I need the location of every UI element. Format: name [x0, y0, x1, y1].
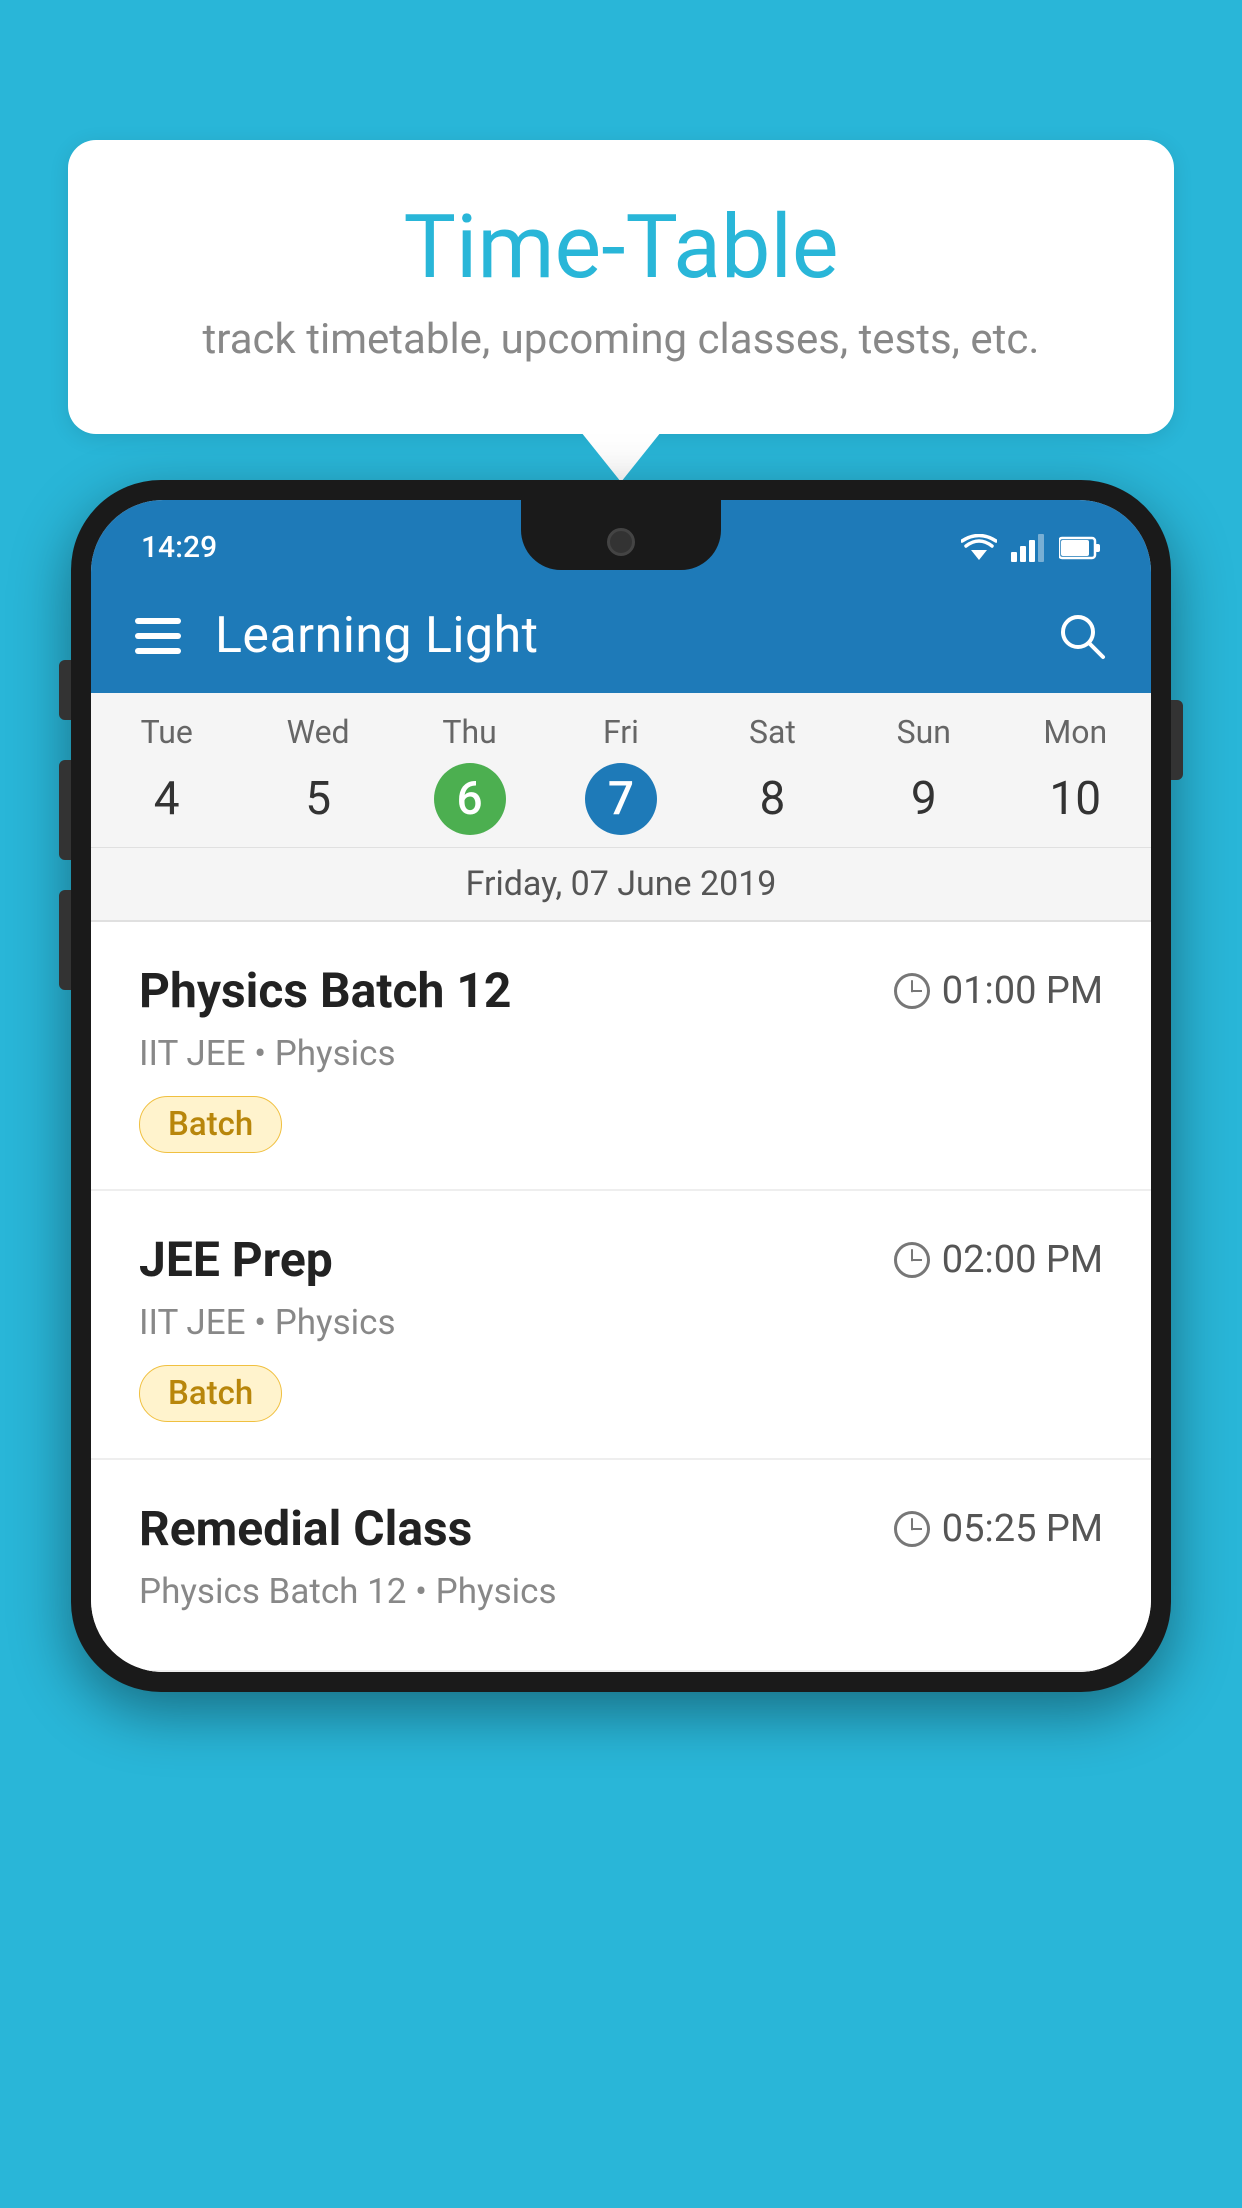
class-meta: IIT JEE • Physics [139, 1302, 1103, 1343]
class-list: Physics Batch 12 01:00 PM IIT JEE • Phys… [91, 922, 1151, 1672]
class-header: JEE Prep 02:00 PM [139, 1231, 1103, 1288]
day-number-label: 7 [585, 763, 657, 835]
day-name-label: Wed [250, 713, 385, 751]
time-label: 02:00 PM [942, 1238, 1103, 1282]
day-name-label: Sat [705, 713, 840, 751]
day-name-label: Fri [553, 713, 688, 751]
phone-notch [521, 500, 721, 570]
camera-dot [607, 528, 635, 556]
mute-button [59, 660, 71, 720]
calendar-day-col[interactable]: Sat 8 [697, 693, 848, 847]
class-name: Remedial Class [139, 1500, 472, 1557]
time-label: 01:00 PM [942, 969, 1103, 1013]
class-header: Remedial Class 05:25 PM [139, 1500, 1103, 1557]
class-name: JEE Prep [139, 1231, 333, 1288]
day-number-label: 8 [736, 763, 808, 835]
phone-outer: 14:29 [71, 480, 1171, 1692]
calendar-day-col[interactable]: Thu 6 [394, 693, 545, 847]
day-name-label: Sun [856, 713, 991, 751]
class-meta: IIT JEE • Physics [139, 1033, 1103, 1074]
menu-button[interactable] [135, 618, 181, 654]
status-time: 14:29 [141, 530, 217, 565]
battery-icon [1059, 536, 1101, 560]
phone-container: 14:29 [71, 480, 1171, 1692]
class-item[interactable]: JEE Prep 02:00 PM IIT JEE • Physics Batc… [91, 1191, 1151, 1460]
time-label: 05:25 PM [942, 1507, 1103, 1551]
day-number-label: 6 [434, 763, 506, 835]
day-name-label: Thu [402, 713, 537, 751]
speech-bubble: Time-Table track timetable, upcoming cla… [68, 140, 1174, 434]
signal-icon [1011, 534, 1045, 562]
class-header: Physics Batch 12 01:00 PM [139, 962, 1103, 1019]
bubble-title: Time-Table [148, 200, 1094, 297]
class-item[interactable]: Remedial Class 05:25 PM Physics Batch 12… [91, 1460, 1151, 1672]
class-time: 05:25 PM [894, 1507, 1103, 1551]
calendar-days-row: Tue 4 Wed 5 Thu 6 Fri 7 Sat 8 Sun 9 Mon 10 [91, 693, 1151, 848]
class-time: 02:00 PM [894, 1238, 1103, 1282]
batch-badge: Batch [139, 1096, 282, 1153]
batch-badge: Batch [139, 1365, 282, 1422]
search-button[interactable] [1057, 611, 1107, 661]
wifi-icon [961, 534, 997, 562]
day-number-label: 5 [282, 763, 354, 835]
calendar-day-col[interactable]: Wed 5 [242, 693, 393, 847]
phone-screen: 14:29 [91, 500, 1151, 1672]
calendar-day-col[interactable]: Fri 7 [545, 693, 696, 847]
day-name-label: Tue [99, 713, 234, 751]
volume-down-button [59, 890, 71, 990]
calendar-day-col[interactable]: Mon 10 [1000, 693, 1151, 847]
status-icons [961, 534, 1101, 562]
toolbar-title: Learning Light [215, 607, 1023, 665]
clock-icon [894, 1242, 930, 1278]
power-button [1171, 700, 1183, 780]
class-meta: Physics Batch 12 • Physics [139, 1571, 1103, 1612]
calendar-day-col[interactable]: Sun 9 [848, 693, 999, 847]
day-number-label: 10 [1039, 763, 1111, 835]
day-name-label: Mon [1008, 713, 1143, 751]
class-time: 01:00 PM [894, 969, 1103, 1013]
volume-up-button [59, 760, 71, 860]
class-item[interactable]: Physics Batch 12 01:00 PM IIT JEE • Phys… [91, 922, 1151, 1191]
app-toolbar: Learning Light [91, 579, 1151, 693]
day-number-label: 9 [888, 763, 960, 835]
class-name: Physics Batch 12 [139, 962, 511, 1019]
selected-date-label: Friday, 07 June 2019 [91, 848, 1151, 922]
speech-bubble-container: Time-Table track timetable, upcoming cla… [68, 140, 1174, 434]
clock-icon [894, 973, 930, 1009]
calendar-day-col[interactable]: Tue 4 [91, 693, 242, 847]
clock-icon [894, 1511, 930, 1547]
bubble-subtitle: track timetable, upcoming classes, tests… [148, 315, 1094, 364]
day-number-label: 4 [131, 763, 203, 835]
search-icon [1057, 611, 1107, 661]
